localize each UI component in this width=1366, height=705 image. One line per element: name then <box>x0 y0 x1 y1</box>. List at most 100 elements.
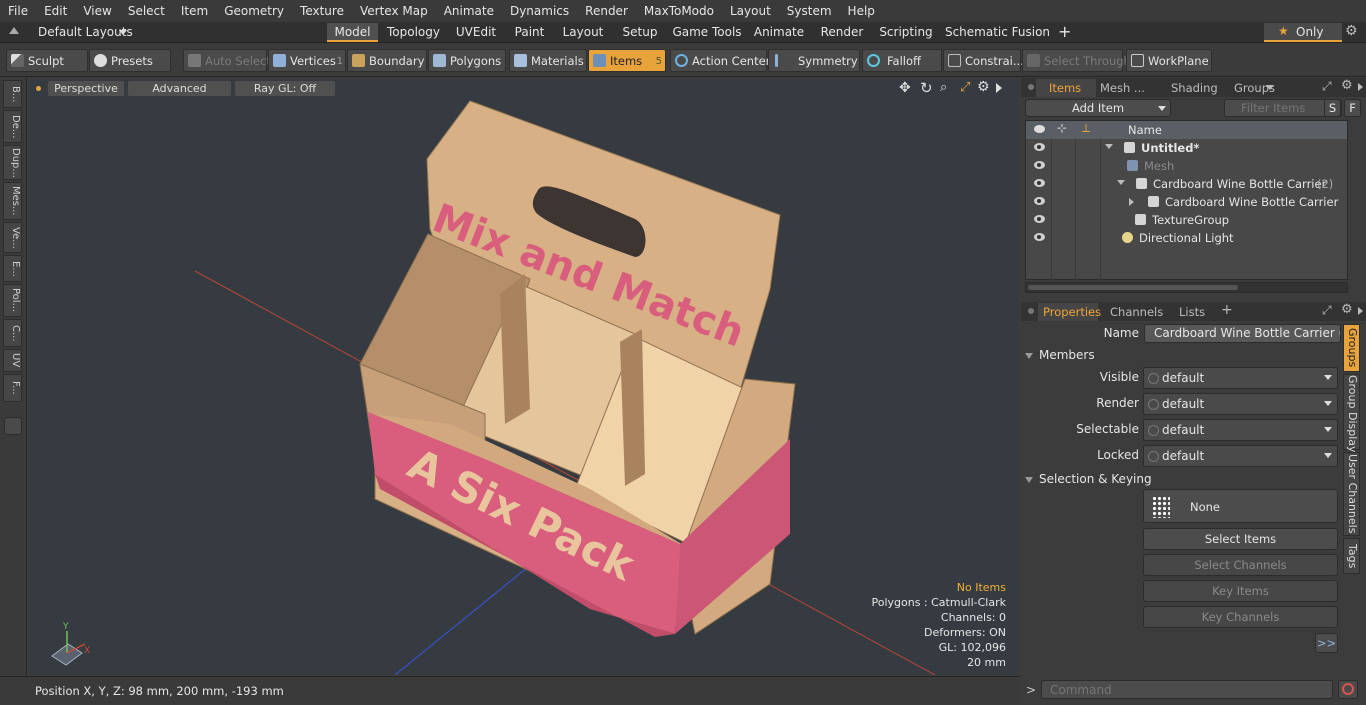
select-channels-button[interactable]: Select Channels <box>1143 554 1338 576</box>
members-section[interactable]: Members <box>1025 346 1095 364</box>
eye-icon[interactable] <box>1034 179 1045 187</box>
render-dropdown[interactable]: default <box>1143 393 1338 415</box>
item-row[interactable]: Cardboard Wine Bottle Carrier <box>1026 193 1347 211</box>
tab-topology[interactable]: Topology <box>381 23 446 42</box>
presets-button[interactable]: Presets <box>89 49 171 72</box>
panel-arrow-icon[interactable] <box>1358 83 1363 91</box>
key-channels-button[interactable]: Key Channels <box>1143 606 1338 628</box>
gear-icon[interactable]: ⚙ <box>1345 23 1358 39</box>
menu-edit[interactable]: Edit <box>36 0 75 22</box>
eye-icon[interactable] <box>1034 161 1045 169</box>
auto-select-button[interactable]: Auto Select <box>183 49 271 72</box>
locked-dropdown[interactable]: default <box>1143 445 1338 467</box>
tab-render[interactable]: Render <box>813 23 871 42</box>
menu-animate[interactable]: Animate <box>436 0 502 22</box>
tab-scripting[interactable]: Scripting <box>874 23 938 42</box>
properties-menu-dot[interactable] <box>1028 308 1034 314</box>
boundary-button[interactable]: Boundary <box>347 49 427 72</box>
select-through-button[interactable]: Select Through <box>1022 49 1131 72</box>
visible-dropdown[interactable]: default <box>1143 367 1338 389</box>
expand-right-icon[interactable] <box>1129 198 1134 206</box>
menu-file[interactable]: File <box>0 0 36 22</box>
properties-tab-properties[interactable]: Properties <box>1043 304 1101 320</box>
eye-icon[interactable] <box>1034 143 1045 151</box>
menu-geometry[interactable]: Geometry <box>216 0 292 22</box>
eye-icon[interactable] <box>1034 233 1045 241</box>
menu-item[interactable]: Item <box>173 0 216 22</box>
left-tab-1[interactable]: De... <box>3 110 22 143</box>
item-row[interactable]: TextureGroup <box>1026 211 1347 229</box>
3d-viewport[interactable]: Perspective Advanced Ray GL: Off ✥ ↻ ⌕ ⤢… <box>30 79 1019 675</box>
groups-chevron-icon[interactable] <box>1266 85 1274 90</box>
falloff-button[interactable]: Falloff <box>862 49 942 72</box>
properties-tab-lists[interactable]: Lists <box>1179 304 1205 320</box>
s-button[interactable]: S <box>1324 99 1341 117</box>
properties-tab-channels[interactable]: Channels <box>1110 304 1163 320</box>
sculpt-button[interactable]: Sculpt <box>6 49 88 72</box>
tab-game-tools[interactable]: Game Tools <box>669 23 745 42</box>
tab-setup[interactable]: Setup <box>614 23 666 42</box>
left-tab-5[interactable]: E... <box>3 255 22 282</box>
items-tab-items[interactable]: Items <box>1049 80 1081 96</box>
left-tab-3[interactable]: Mes... <box>3 182 22 220</box>
left-tab-7[interactable]: C... <box>3 319 22 347</box>
left-tab-4[interactable]: Ve... <box>3 222 22 253</box>
vertices-button[interactable]: Vertices 1 <box>268 49 346 72</box>
key-items-button[interactable]: Key Items <box>1143 580 1338 602</box>
record-button[interactable] <box>1338 680 1358 699</box>
side-tab-group-display[interactable]: Group Display <box>1343 374 1360 453</box>
left-tab-8[interactable]: UV <box>3 349 22 372</box>
menu-select[interactable]: Select <box>120 0 173 22</box>
side-tab-groups[interactable]: Groups <box>1343 324 1360 372</box>
menu-maxtomodo[interactable]: MaxToModo <box>636 0 722 22</box>
maximize-icon[interactable]: ⤢ <box>1322 79 1332 94</box>
menu-help[interactable]: Help <box>840 0 883 22</box>
layouts-arrow-icon[interactable] <box>9 27 19 34</box>
menu-vertex-map[interactable]: Vertex Map <box>352 0 436 22</box>
workplane-button[interactable]: WorkPlane <box>1126 49 1212 72</box>
tab-paint[interactable]: Paint <box>507 23 552 42</box>
selection-keying-section[interactable]: Selection & Keying <box>1025 470 1152 488</box>
command-input[interactable] <box>1041 680 1333 699</box>
tab-schematic-fusion[interactable]: Schematic Fusion <box>941 23 1054 42</box>
eye-icon[interactable] <box>1034 215 1045 223</box>
collapse-down-icon[interactable] <box>1117 180 1125 185</box>
tab-animate[interactable]: Animate <box>748 23 810 42</box>
more-button[interactable]: >> <box>1315 633 1338 653</box>
maximize-icon[interactable]: ⤢ <box>1322 303 1332 318</box>
side-tab-user-channels[interactable]: User Channels <box>1343 452 1360 536</box>
left-tab-6[interactable]: Pol... <box>3 284 22 317</box>
add-item-button[interactable]: Add Item <box>1025 99 1171 117</box>
materials-button[interactable]: Materials <box>509 49 587 72</box>
eye-icon[interactable] <box>1034 197 1045 205</box>
none-selection-button[interactable]: None <box>1143 489 1338 523</box>
tab-layout[interactable]: Layout <box>555 23 611 42</box>
tab-model[interactable]: Model <box>327 23 378 42</box>
panel-gear-icon[interactable]: ⚙ <box>1341 78 1353 93</box>
select-items-button[interactable]: Select Items <box>1143 528 1338 550</box>
selectable-dropdown[interactable]: default <box>1143 419 1338 441</box>
menu-texture[interactable]: Texture <box>292 0 352 22</box>
add-tab-button[interactable]: + <box>1058 22 1071 41</box>
items-tab-mesh-[interactable]: Mesh ... <box>1100 80 1145 96</box>
menu-render[interactable]: Render <box>577 0 636 22</box>
item-list-scrollbar[interactable] <box>1025 282 1348 293</box>
add-properties-tab-button[interactable]: + <box>1221 302 1233 318</box>
action-center-button[interactable]: Action Center <box>670 49 770 72</box>
side-tab-tags[interactable]: Tags <box>1343 538 1360 574</box>
only-toggle[interactable]: ★ Only <box>1264 23 1342 42</box>
tab-uvedit[interactable]: UVEdit <box>449 23 503 42</box>
f-button[interactable]: F <box>1344 99 1361 117</box>
item-row[interactable]: Cardboard Wine Bottle Carrier (2) <box>1026 175 1347 193</box>
menu-view[interactable]: View <box>75 0 119 22</box>
menu-dynamics[interactable]: Dynamics <box>502 0 577 22</box>
name-column-header[interactable]: Name <box>1128 123 1162 137</box>
item-row[interactable]: Mesh <box>1026 157 1347 175</box>
left-tab-2[interactable]: Dup... <box>3 145 22 180</box>
menu-system[interactable]: System <box>779 0 840 22</box>
collapse-down-icon[interactable] <box>1105 144 1113 149</box>
properties-gear-icon[interactable]: ⚙ <box>1341 302 1353 317</box>
item-row[interactable]: Directional Light <box>1026 229 1347 247</box>
items-button[interactable]: Items 5 <box>588 49 666 72</box>
items-tab-shading[interactable]: Shading <box>1171 80 1218 96</box>
